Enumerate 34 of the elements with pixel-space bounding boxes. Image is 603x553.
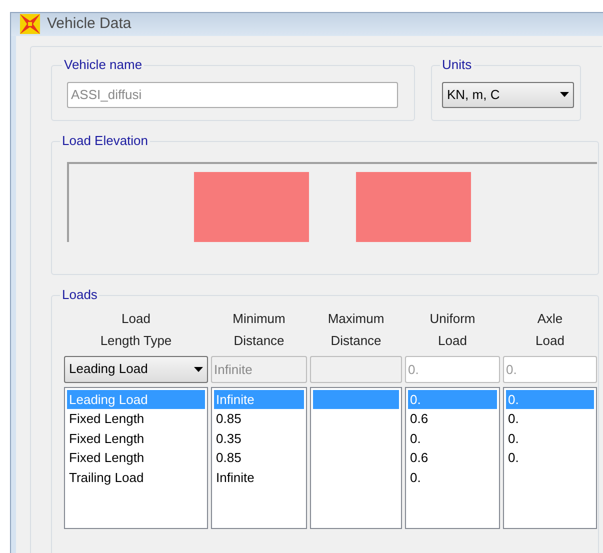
column-header: Load Length Type: [99, 310, 173, 350]
column-header: Minimum Distance: [232, 310, 286, 350]
input-field[interactable]: 0.: [503, 356, 597, 382]
list-item[interactable]: 0.85: [214, 448, 304, 468]
list-item[interactable]: 0.6: [408, 409, 497, 428]
list-item[interactable]: 0.: [506, 448, 594, 468]
list-item[interactable]: 0.35: [214, 428, 304, 448]
list-item[interactable]: 0.6: [408, 448, 497, 468]
input-field[interactable]: 0.: [405, 356, 500, 382]
units-dropdown[interactable]: KN, m, C: [442, 82, 574, 108]
value-list[interactable]: [310, 386, 402, 528]
list-item[interactable]: Trailing Load: [67, 468, 205, 487]
value-list[interactable]: 0. 0.6 0. 0.6 0.: [405, 386, 500, 528]
list-item[interactable]: Fixed Length: [67, 409, 205, 428]
list-item[interactable]: Infinite: [214, 468, 304, 487]
value-list[interactable]: 0. 0. 0. 0.: [503, 386, 597, 528]
column-header: Uniform Load: [428, 310, 476, 350]
window-title: Vehicle Data: [47, 14, 132, 34]
column-header: Maximum Distance: [326, 310, 386, 350]
app-logo-icon: [19, 13, 41, 36]
caret-icon: [560, 92, 569, 97]
list-item[interactable]: 0.: [506, 428, 594, 448]
list-item[interactable]: Fixed Length: [67, 448, 205, 468]
type-dropdown[interactable]: Leading Load: [64, 356, 208, 382]
list-item[interactable]: 0.: [506, 409, 594, 428]
caret-icon: [194, 366, 203, 372]
column-header: Axle Load: [534, 310, 566, 350]
vehicle-name-field[interactable]: ASSI_diffusi: [67, 82, 398, 108]
list-item[interactable]: 0.: [408, 428, 497, 448]
list-item[interactable]: Fixed Length: [67, 428, 205, 448]
value-list[interactable]: Infinite 0.85 0.35 0.85 Infinite: [211, 386, 307, 528]
list-item[interactable]: 0.85: [214, 409, 304, 428]
list-item[interactable]: 0.: [408, 468, 497, 487]
value-list[interactable]: Leading Load Fixed Length Fixed Length Fixed Length Trailing Load: [64, 386, 208, 528]
